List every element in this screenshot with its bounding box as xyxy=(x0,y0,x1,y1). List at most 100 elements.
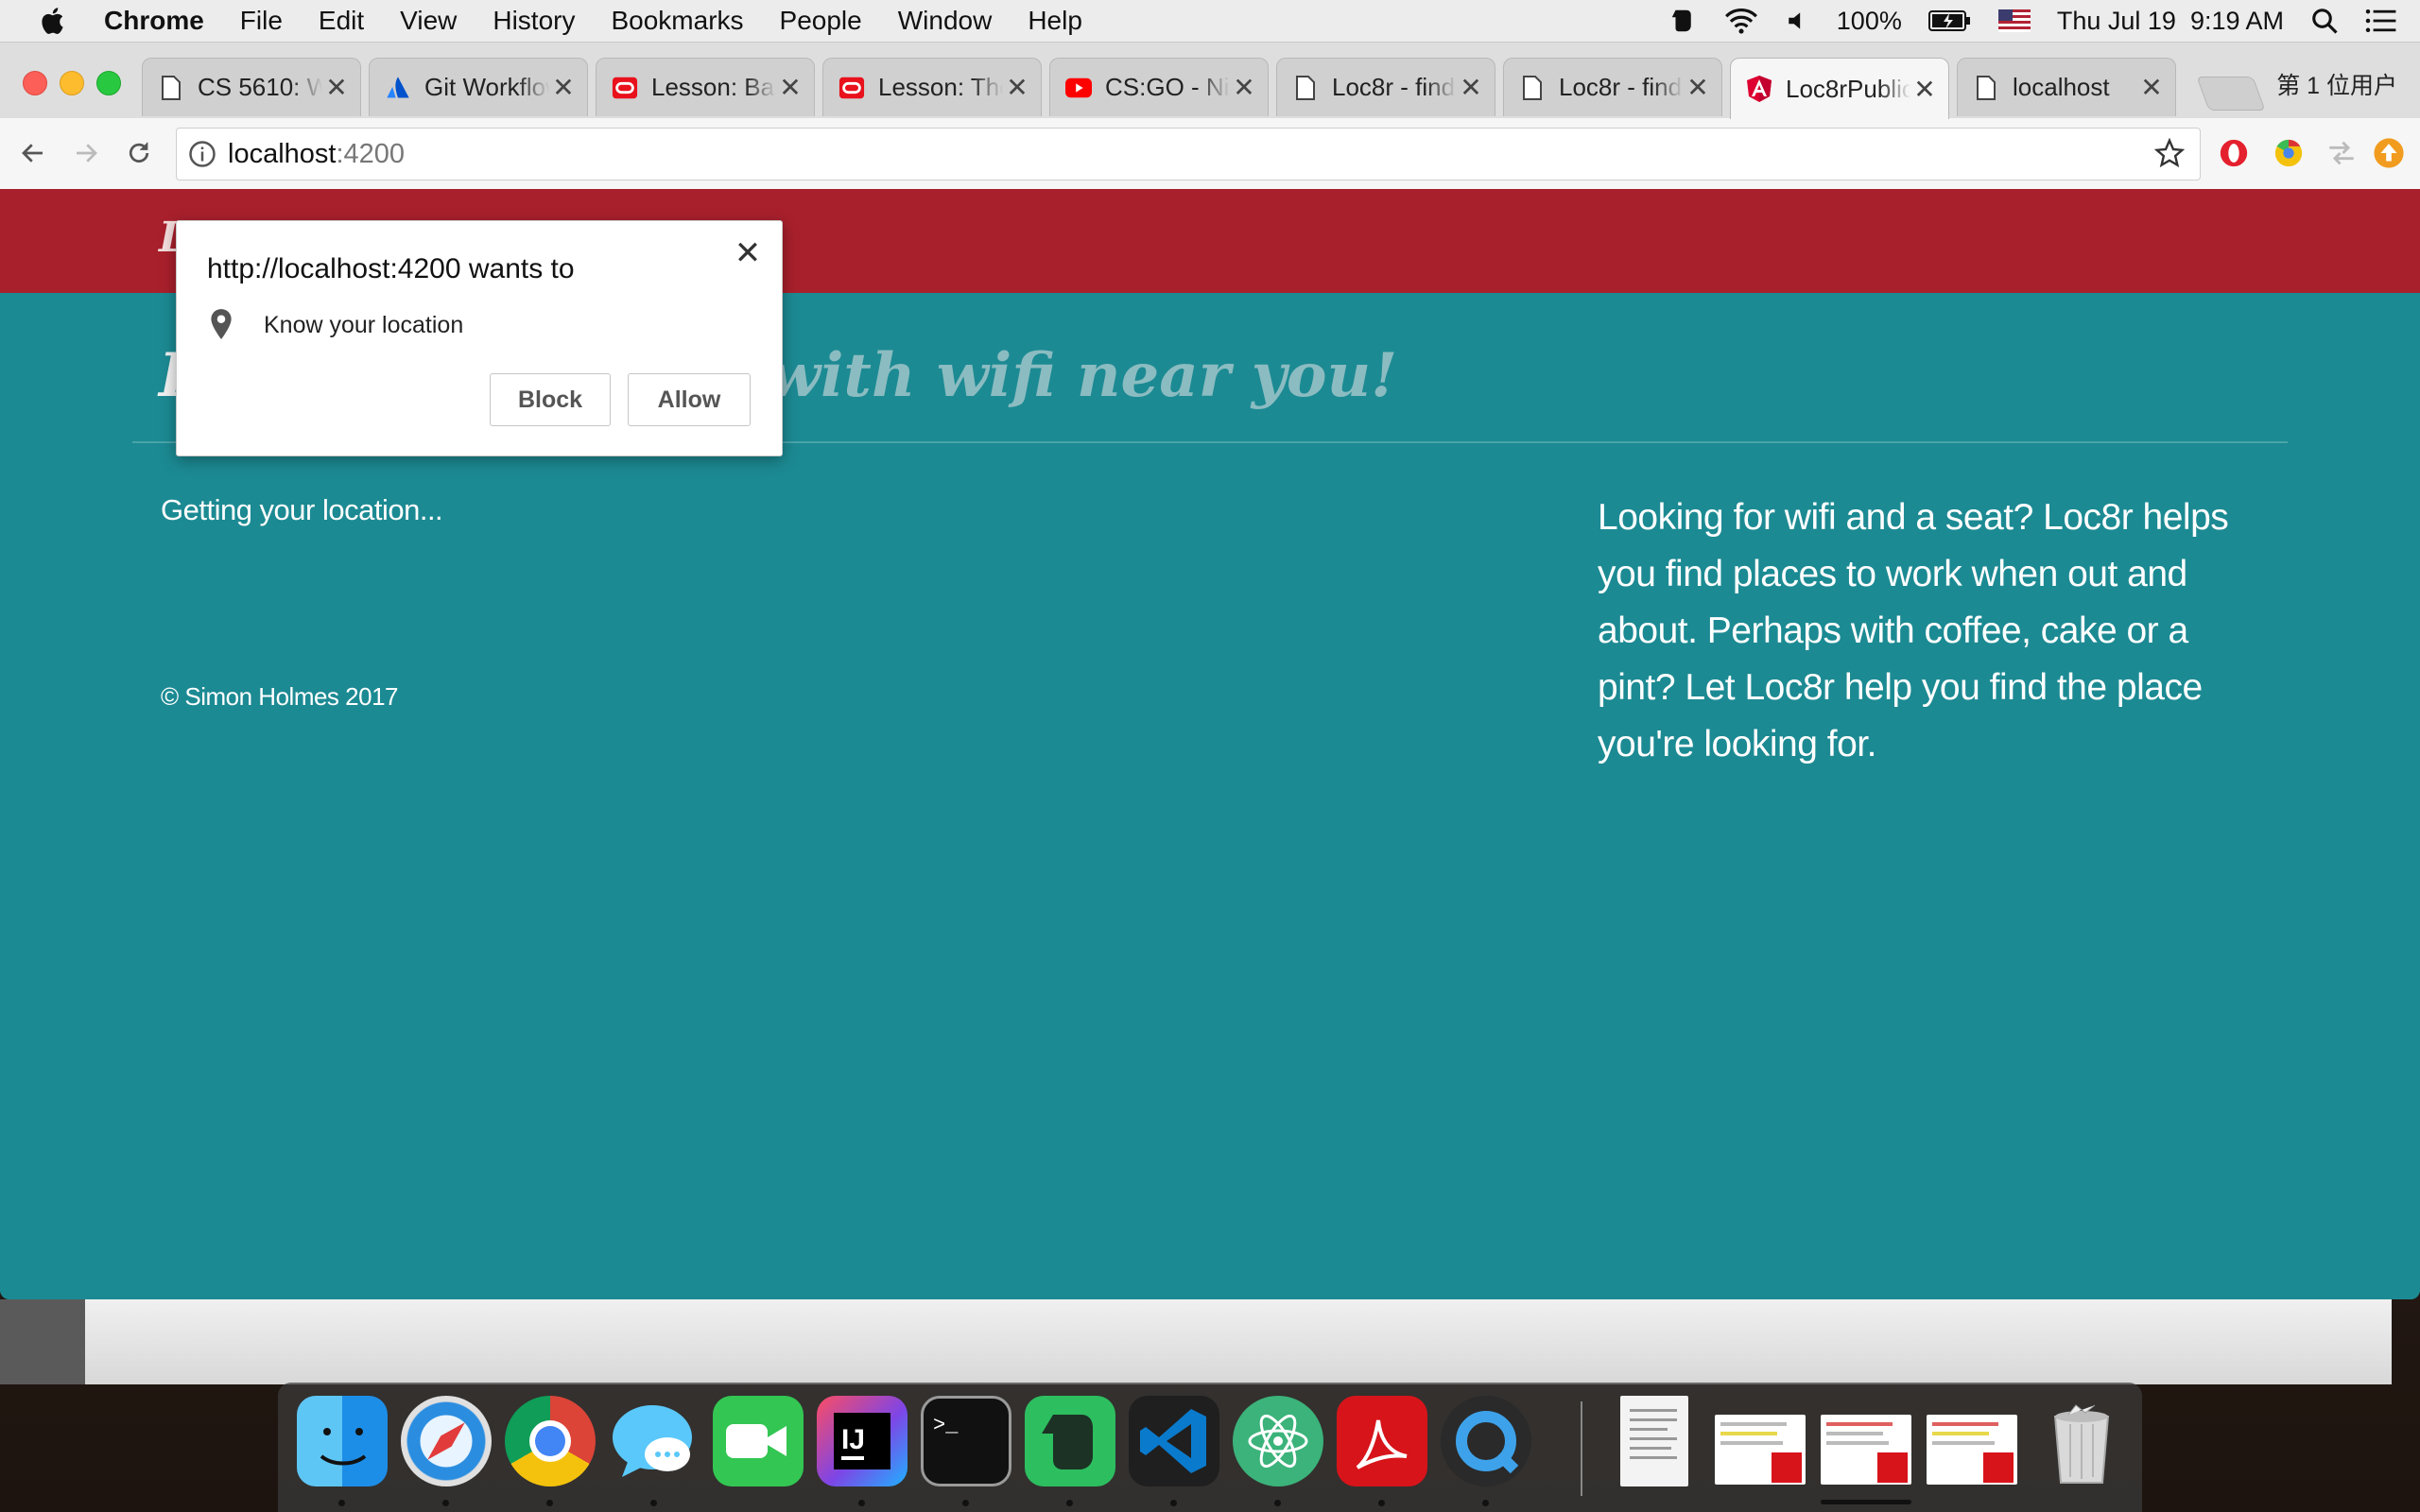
macos-menu-bar: Chrome File Edit View History Bookmarks … xyxy=(0,0,2420,43)
profile-label[interactable]: 第 1 位用户 xyxy=(2276,67,2397,101)
tab[interactable]: Loc8r - find ✕ xyxy=(1503,58,1722,116)
menu-file[interactable]: File xyxy=(240,6,283,36)
location-status: Getting your location... xyxy=(161,493,443,526)
document-icon xyxy=(1519,75,1546,101)
wifi-icon[interactable] xyxy=(1723,7,1759,35)
running-indicator xyxy=(1378,1500,1385,1506)
page-footer: © Simon Holmes 2017 xyxy=(161,682,399,711)
tab-close-icon[interactable]: ✕ xyxy=(549,72,578,103)
tab-close-icon[interactable]: ✕ xyxy=(2137,72,2166,103)
url-host: localhost xyxy=(228,138,337,169)
tab-close-icon[interactable]: ✕ xyxy=(1230,72,1258,103)
allow-button[interactable]: Allow xyxy=(628,373,751,426)
menu-window[interactable]: Window xyxy=(898,6,993,36)
window-zoom-button[interactable] xyxy=(96,71,121,95)
adobe-acrobat-icon[interactable] xyxy=(1337,1396,1427,1486)
volume-icon[interactable] xyxy=(1786,9,1810,33)
pdf-document-icon[interactable] xyxy=(1927,1415,2017,1485)
window-close-button[interactable] xyxy=(23,71,47,95)
tab-close-icon[interactable]: ✕ xyxy=(1457,72,1485,103)
atom-icon[interactable] xyxy=(1233,1396,1323,1486)
clock[interactable]: Thu Jul 19 9:19 AM xyxy=(2057,7,2284,36)
battery-icon[interactable] xyxy=(1927,9,1972,33)
chrome-icon[interactable] xyxy=(505,1396,596,1486)
active-window-indicator xyxy=(1821,1500,1911,1504)
running-indicator xyxy=(858,1500,865,1506)
browser-toolbar: localhost:4200 xyxy=(0,118,2420,190)
menu-help[interactable]: Help xyxy=(1028,6,1082,36)
cast-extension-icon[interactable] xyxy=(2325,137,2358,169)
forward-icon[interactable] xyxy=(66,133,106,173)
document-stack-icon[interactable] xyxy=(1620,1396,1688,1486)
block-button[interactable]: Block xyxy=(490,373,611,426)
tab-close-icon[interactable]: ✕ xyxy=(1003,72,1031,103)
url-port: :4200 xyxy=(336,138,406,169)
intellij-idea-icon[interactable]: IJ xyxy=(817,1396,908,1486)
tab-close-icon[interactable]: ✕ xyxy=(1684,72,1712,103)
menu-bookmarks[interactable]: Bookmarks xyxy=(611,6,743,36)
running-indicator xyxy=(546,1500,553,1506)
running-indicator xyxy=(338,1500,345,1506)
tab[interactable]: Git Workflow ✕ xyxy=(369,58,588,116)
us-flag-icon[interactable] xyxy=(1997,9,2031,32)
window-minimize-button[interactable] xyxy=(60,71,84,95)
menu-view[interactable]: View xyxy=(400,6,457,36)
tab-title: Git Workflow xyxy=(424,73,549,101)
tab[interactable]: localhost ✕ xyxy=(1957,58,2176,116)
quicktime-icon[interactable] xyxy=(1441,1396,1531,1486)
permission-dialog-title: http://localhost:4200 wants to xyxy=(207,253,575,284)
opera-extension-icon[interactable] xyxy=(2218,137,2250,169)
new-tab-button[interactable] xyxy=(2196,77,2266,111)
clock-date: Thu Jul 19 xyxy=(2056,6,2176,35)
permission-request: Know your location xyxy=(264,312,464,338)
tab-close-icon[interactable]: ✕ xyxy=(776,72,804,103)
tab-title: Loc8r - find xyxy=(1559,73,1683,101)
terminal-icon[interactable]: >_ xyxy=(921,1396,1011,1486)
vscode-icon[interactable] xyxy=(1129,1396,1219,1486)
chrome-window: CS 5610: W ✕ Git Workflow ✕ Lesson: Bas … xyxy=(0,43,2420,1299)
spotlight-search-icon[interactable] xyxy=(2310,7,2339,35)
safari-icon[interactable] xyxy=(401,1396,492,1486)
dock: IJ >_ xyxy=(278,1383,2142,1512)
pdf-document-icon[interactable] xyxy=(1715,1415,1806,1485)
tab[interactable]: CS 5610: W ✕ xyxy=(142,58,361,116)
tab[interactable]: CS:GO - Nif ✕ xyxy=(1049,58,1269,116)
facetime-icon[interactable] xyxy=(713,1396,804,1486)
update-extension-icon[interactable] xyxy=(2373,137,2405,169)
tab-active[interactable]: Loc8rPublic ✕ xyxy=(1730,58,1949,119)
tab[interactable]: Loc8r - find ✕ xyxy=(1276,58,1495,116)
pdf-document-icon[interactable] xyxy=(1821,1415,1911,1485)
oracle-icon xyxy=(612,75,638,101)
angular-icon xyxy=(1746,76,1772,102)
menu-people[interactable]: People xyxy=(780,6,862,36)
bookmark-star-icon[interactable] xyxy=(2154,138,2185,168)
background-window xyxy=(85,1299,2392,1384)
back-icon[interactable] xyxy=(13,133,53,173)
document-icon xyxy=(1973,75,1999,101)
evernote-status-icon[interactable] xyxy=(1668,7,1697,35)
running-indicator xyxy=(1482,1500,1489,1506)
apple-menu-icon[interactable] xyxy=(38,5,70,37)
finder-icon[interactable] xyxy=(297,1396,388,1486)
tab-close-icon[interactable]: ✕ xyxy=(1910,74,1939,105)
location-pin-icon xyxy=(211,309,232,339)
notification-center-icon[interactable] xyxy=(2365,8,2397,34)
menu-edit[interactable]: Edit xyxy=(319,6,364,36)
tab[interactable]: Lesson: Bas ✕ xyxy=(596,58,815,116)
address-bar[interactable]: localhost:4200 xyxy=(176,128,2201,180)
document-icon xyxy=(158,75,184,101)
site-info-icon[interactable] xyxy=(188,140,216,168)
dialog-close-icon[interactable]: ✕ xyxy=(731,234,765,272)
trash-icon[interactable] xyxy=(2036,1396,2127,1486)
evernote-icon[interactable] xyxy=(1025,1396,1115,1486)
tab-close-icon[interactable]: ✕ xyxy=(322,72,351,103)
sidebar-intro-text: Looking for wifi and a seat? Loc8r helps… xyxy=(1598,497,2229,765)
google-drive-extension-icon[interactable] xyxy=(2273,137,2305,169)
menu-history[interactable]: History xyxy=(493,6,575,36)
reload-icon[interactable] xyxy=(119,133,159,173)
menu-app-name[interactable]: Chrome xyxy=(104,6,204,36)
tab[interactable]: Lesson: The ✕ xyxy=(822,58,1042,116)
atlassian-icon xyxy=(385,75,411,101)
document-icon xyxy=(1292,75,1319,101)
messages-icon[interactable] xyxy=(609,1396,700,1486)
